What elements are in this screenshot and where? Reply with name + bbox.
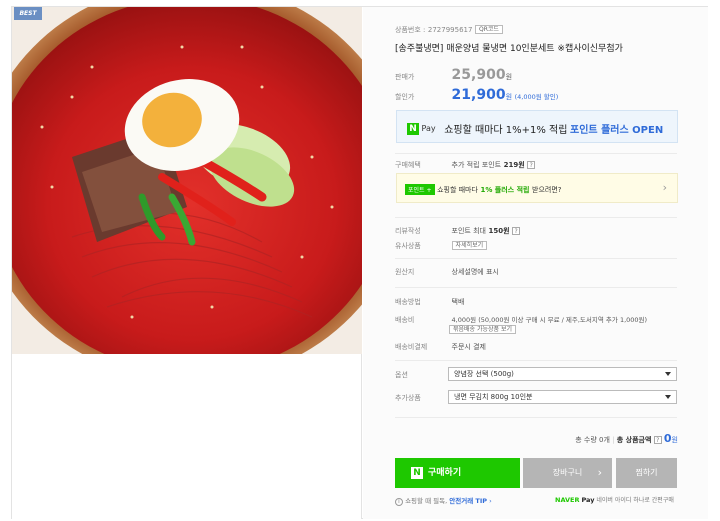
review-points: 150원 [488,227,510,235]
shipping-method-value: 택배 [451,298,465,306]
shipping-pay-row: 배송비결제 주문시 결제 [395,342,486,352]
discount-note: (4,000원 할인) [514,93,559,101]
shipping-fee-row: 배송비 4,000원 (50,000원 이상 구매 시 무료 / 제주,도서지역… [395,314,647,325]
npay-pay-text: Pay [421,124,436,133]
benefit-text: 추가 적립 포인트 [451,161,502,169]
qr-code-button[interactable]: QR코드 [474,25,503,34]
origin-label: 원산지 [395,268,415,276]
option-select[interactable]: 양념장 선택 (500g) [448,367,677,381]
point-plus-banner[interactable]: 포인트 + 쇼핑할 때마다 1% 플러스 적립 받으려면? › [396,173,678,203]
safe-trade-text: 쇼핑할 때 필독, [405,497,448,505]
safe-trade-notice: i 쇼핑할 때 필독, 안전거래 TIP › [395,495,492,506]
similar-detail-button[interactable]: 자세히보기 [451,241,488,250]
shipping-method-label: 배송방법 [395,298,421,306]
total-amount-label: 총 상품금액 [616,436,652,444]
list-price-value: 25,900 [451,67,506,83]
bundle-row: 묶음배송 가능상품 보기 [449,325,517,334]
review-label: 리뷰작성 [395,227,421,235]
point-banner-text-a: 쇼핑할 때마다 [437,186,478,194]
point-tag: 포인트 + [405,184,435,195]
addon-select[interactable]: 냉면 무김치 800g 10인분 [448,390,677,404]
total-qty-label: 총 수량 [575,436,597,444]
naver-text: NAVER [555,496,580,504]
product-image[interactable] [12,7,362,354]
pay-text: Pay [581,496,595,504]
option-label: 옵션 [395,371,408,379]
help-icon[interactable]: ? [512,226,521,235]
shipping-fee-value: 4,000원 (50,000원 이상 구매 시 무료 / 제주,도서지역 추가 … [451,316,648,324]
divider [395,287,677,288]
point-banner-highlight: 1% 플러스 적립 [480,186,530,194]
buy-button[interactable]: N 구매하기 [395,458,520,488]
detail-panel: 상품번호 : 2727995617 QR코드 [송주불냉면] 매운양념 물냉면 … [363,7,708,519]
npay-banner-highlight: 포인트 플러스 OPEN [570,125,664,136]
npay-footer: NAVER Pay 네이버 아이디 하나로 간편구매 [555,495,674,504]
chevron-right-icon: › [489,497,492,505]
similar-label: 유사상품 [395,242,421,250]
buy-button-label: 구매하기 [428,468,462,478]
total-amount-value: 0 [663,432,672,445]
caret-down-icon [665,372,671,376]
benefit-row: 구매혜택 추가 적립 포인트 219원 ? [395,160,536,170]
product-number-row: 상품번호 : 2727995617 QR코드 [395,25,503,35]
npay-point-plus-banner[interactable]: N Pay 쇼핑할 때마다 1%+1% 적립 포인트 플러스 OPEN [396,110,678,143]
sale-price-row: 할인가 21,900원 (4,000원 할인) [395,87,558,103]
review-text: 포인트 최대 [451,227,486,235]
cart-button-label: 장바구니 [552,468,583,477]
sale-price-label: 할인가 [395,93,415,101]
benefit-points: 219원 [503,161,525,169]
similar-row: 유사상품 자세히보기 [395,241,488,251]
list-price-label: 판매가 [395,73,415,81]
shipping-method-row: 배송방법 택배 [395,297,464,307]
point-tag-plus: + [426,187,432,194]
chevron-right-icon: › [662,181,667,194]
list-price-unit: 원 [505,73,513,81]
shipping-pay-value: 주문시 결제 [451,343,486,351]
divider [395,217,677,218]
origin-value: 상세설명에 표시 [451,268,499,276]
caret-down-icon [665,395,671,399]
option-selected-value: 양념장 선택 (500g) [454,370,514,378]
product-title: [송주불냉면] 매운양념 물냉면 10인분세트 ※캡사이신무첨가 [395,44,623,54]
safe-trade-tip-link[interactable]: 안전거래 TIP [449,497,487,505]
divider [395,417,677,418]
wish-button-label: 찜하기 [635,468,658,477]
origin-row: 원산지 상세설명에 표시 [395,267,499,277]
chevron-right-icon: › [597,466,602,479]
product-number-label: 상품번호 : [395,26,426,34]
best-badge: BEST [14,7,42,20]
review-row: 리뷰작성 포인트 최대 150원 ? [395,226,521,236]
benefit-label: 구매혜택 [395,161,421,169]
point-tag-text: 포인트 [408,187,425,194]
shipping-fee-label: 배송비 [395,316,415,324]
addon-selected-value: 냉면 무김치 800g 10인분 [454,393,533,401]
npay-banner-text: 쇼핑할 때마다 1%+1% 적립 [444,125,568,136]
wish-button[interactable]: 찜하기 [616,458,677,488]
naver-n-icon: N [411,467,423,479]
divider [395,153,677,154]
divider [395,258,677,259]
total-amount-unit: 원 [671,436,678,444]
list-price-row: 판매가 25,900원 [395,67,512,83]
bundle-shipping-button[interactable]: 묶음배송 가능상품 보기 [449,325,517,334]
help-icon[interactable]: ? [527,160,536,169]
sale-price-unit: 원 [505,93,513,101]
cart-button[interactable]: 장바구니 › [523,458,612,488]
total-qty-value: 0개 [599,436,610,444]
point-banner-text-b: 받으려면? [532,186,562,194]
total-row: 총 수량 0개 | 총 상품금액 ? 0원 [575,432,678,445]
divider [395,360,677,361]
help-icon[interactable]: ? [653,436,662,444]
product-number-value: 2727995617 [427,26,473,34]
sale-price-value: 21,900 [451,87,506,103]
info-icon: i [395,498,403,506]
shipping-pay-label: 배송비결제 [395,343,428,351]
addon-label: 추가상품 [395,394,421,402]
npay-footer-text: 네이버 아이디 하나로 간편구매 [596,497,674,504]
npay-logo-icon: N [407,122,419,135]
